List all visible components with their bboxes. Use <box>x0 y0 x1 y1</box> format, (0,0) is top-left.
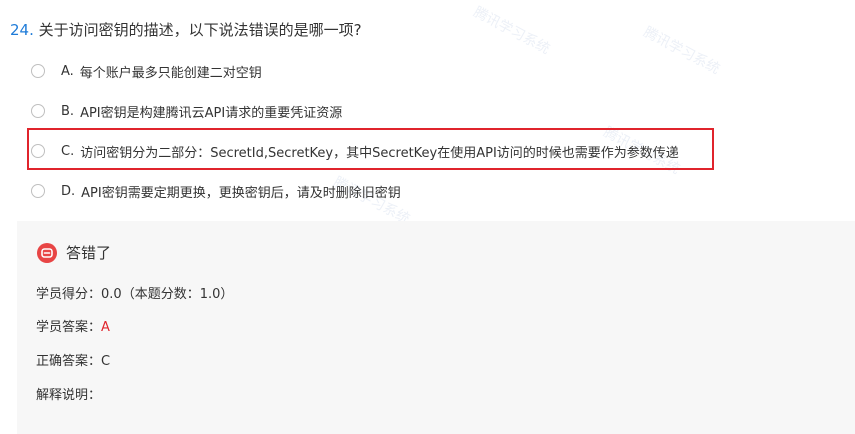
score-value: 0.0（本题分数：1.0） <box>101 287 234 302</box>
question-title: 24. 关于访问密钥的描述，以下说法错误的是哪一项? <box>10 19 362 41</box>
result-panel: 答错了 学员得分：0.0（本题分数：1.0） 学员答案：A 正确答案：C 解释说… <box>17 221 855 434</box>
option-letter: D. <box>61 183 76 199</box>
option-text: API密钥需要定期更换，更换密钥后，请及时删除旧密钥 <box>81 185 401 201</box>
quiz-page: 腾讯学习系统 腾讯学习系统 腾讯学习系统 腾讯学习系统 腾讯学习系统 24. 关… <box>0 0 855 434</box>
option-b[interactable]: B. API密钥是构建腾讯云API请求的重要凭证资源 <box>31 100 342 122</box>
student-answer-row: 学员答案：A <box>36 319 110 337</box>
explanation-label: 解释说明： <box>36 388 102 403</box>
student-answer-label: 学员答案： <box>36 320 102 335</box>
score-label: 学员得分： <box>36 287 102 302</box>
student-answer-value: A <box>101 320 110 335</box>
correct-option-highlight <box>27 128 714 170</box>
correct-answer-label: 正确答案： <box>36 354 102 369</box>
radio-button-icon[interactable] <box>31 104 45 118</box>
option-text: 每个账户最多只能创建二对空钥 <box>79 65 262 81</box>
radio-button-icon[interactable] <box>31 64 45 78</box>
explanation-row: 解释说明： <box>36 387 101 405</box>
score-row: 学员得分：0.0（本题分数：1.0） <box>36 286 233 304</box>
correct-answer-value: C <box>101 354 111 369</box>
result-title: 答错了 <box>66 244 112 262</box>
question-text: 关于访问密钥的描述，以下说法错误的是哪一项? <box>38 21 362 39</box>
wrong-answer-icon <box>37 242 57 263</box>
result-header: 答错了 <box>37 242 111 263</box>
option-a[interactable]: A. 每个账户最多只能创建二对空钥 <box>31 60 262 82</box>
correct-answer-row: 正确答案：C <box>36 353 110 371</box>
option-d[interactable]: D. API密钥需要定期更换，更换密钥后，请及时删除旧密钥 <box>31 180 401 202</box>
watermark: 腾讯学习系统 <box>470 4 553 58</box>
radio-button-icon[interactable] <box>31 184 45 198</box>
watermark: 腾讯学习系统 <box>640 24 723 78</box>
question-number: 24. <box>10 21 34 39</box>
option-letter: A. <box>61 63 74 79</box>
option-text: API密钥是构建腾讯云API请求的重要凭证资源 <box>80 105 343 121</box>
option-letter: B. <box>61 103 75 119</box>
